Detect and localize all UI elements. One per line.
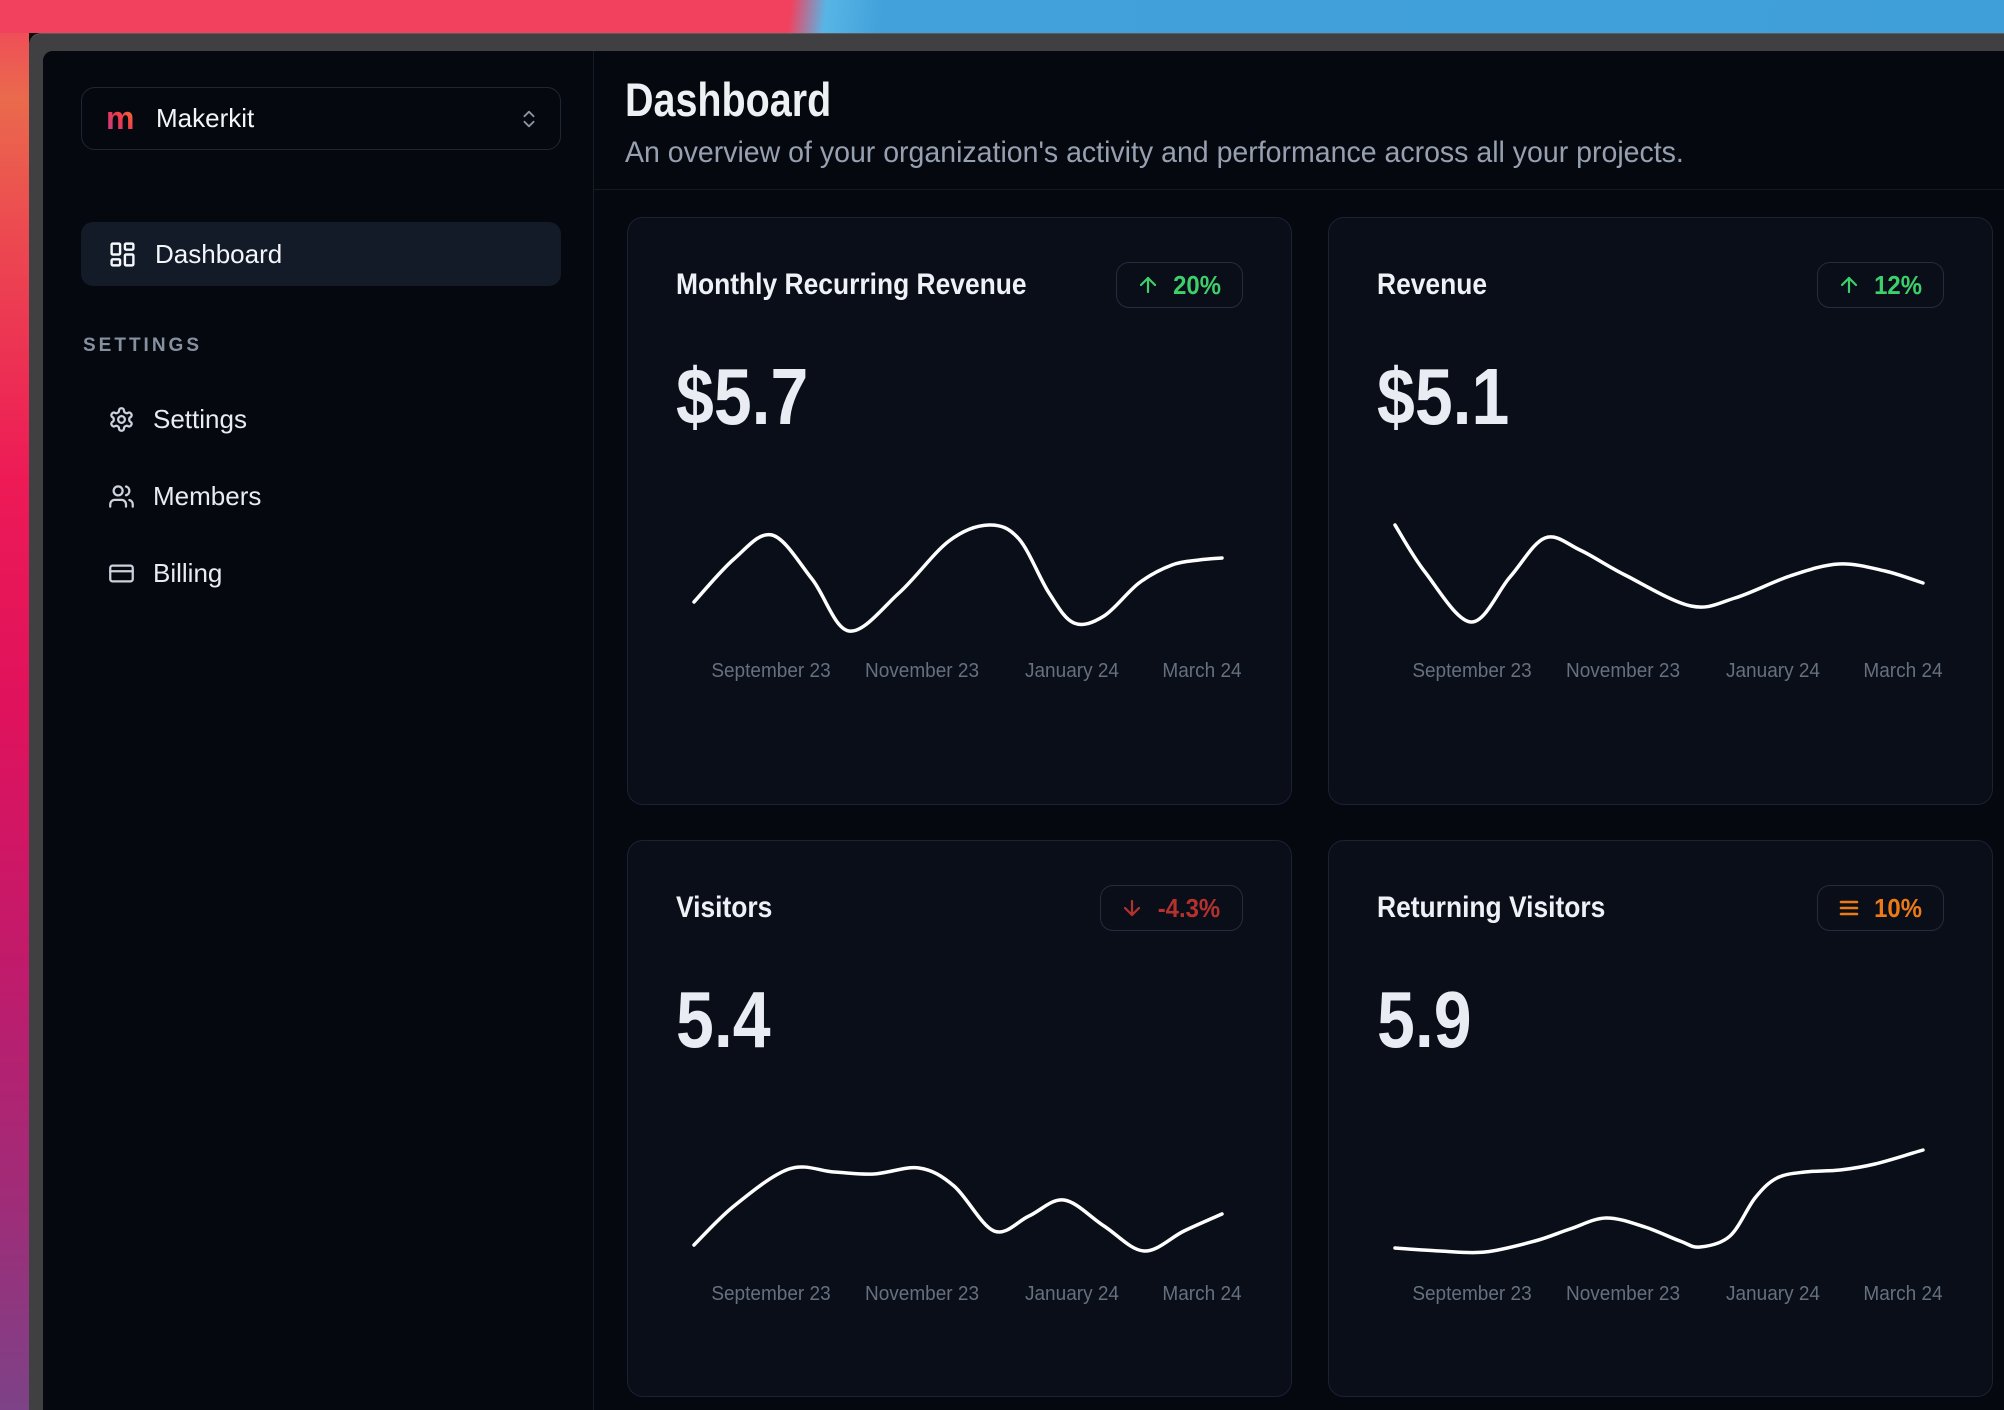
x-axis-label: November 23: [1566, 660, 1681, 682]
x-axis-label: November 23: [865, 660, 980, 682]
x-axis-label: November 23: [1566, 1283, 1681, 1305]
main-panel: Dashboard An overview of your organizati…: [594, 51, 2004, 1410]
sparkline-chart: September 23 November 23 January 24 Marc…: [1393, 1140, 1943, 1309]
metric-card-mrr: Monthly Recurring Revenue 20% $5.7 Septe…: [627, 217, 1292, 805]
arrow-up-icon: [1136, 273, 1160, 297]
x-axis-label: September 23: [1412, 660, 1532, 682]
trend-value: 20%: [1173, 269, 1221, 300]
sidebar-item-billing[interactable]: Billing: [81, 541, 561, 605]
sidebar-item-label: Settings: [153, 403, 247, 434]
x-axis-label: January 24: [1726, 660, 1821, 682]
x-axis-label: March 24: [1863, 660, 1943, 682]
settings-nav: Settings Members Billing: [81, 387, 561, 605]
trend-badge: -4.3%: [1100, 885, 1243, 931]
card-title: Revenue: [1377, 268, 1488, 301]
x-axis-label: January 24: [1726, 1283, 1821, 1305]
sidebar-item-members[interactable]: Members: [81, 464, 561, 528]
makerkit-logo-icon: m: [105, 102, 139, 136]
x-axis-label: January 24: [1025, 1283, 1120, 1305]
equal-bars-icon: [1837, 896, 1861, 920]
metric-value: 5.9: [1377, 975, 1472, 1064]
credit-card-icon: [108, 560, 135, 587]
sparkline-chart: September 23 November 23 January 24 Marc…: [692, 1140, 1242, 1309]
metric-card-revenue: Revenue 12% $5.1 September 23 November 2…: [1328, 217, 1993, 805]
sidebar-item-label: Members: [153, 480, 262, 511]
sidebar-section-label: SETTINGS: [83, 335, 203, 356]
cards-grid: Monthly Recurring Revenue 20% $5.7 Septe…: [594, 190, 2004, 1410]
x-axis-label: September 23: [711, 1283, 831, 1305]
x-axis-label: September 23: [711, 660, 831, 682]
arrow-down-icon: [1120, 896, 1144, 920]
primary-nav: Dashboard: [81, 222, 561, 286]
card-title: Visitors: [676, 891, 773, 924]
desktop-wallpaper-left: [0, 0, 29, 1410]
x-axis-label: November 23: [865, 1283, 980, 1305]
desktop-wallpaper-top: [0, 0, 2004, 33]
metric-value: 5.4: [676, 975, 771, 1064]
trend-badge: 20%: [1115, 262, 1243, 308]
sidebar-item-label: Billing: [153, 557, 223, 588]
arrow-up-icon: [1837, 273, 1861, 297]
metric-value: $5.1: [1377, 352, 1510, 441]
x-axis-label: March 24: [1162, 660, 1242, 682]
sidebar-item-label: Dashboard: [155, 238, 283, 269]
logo-letter: m: [106, 102, 134, 136]
page-header: Dashboard An overview of your organizati…: [594, 51, 2004, 190]
page-subtitle: An overview of your organization's activ…: [625, 136, 1684, 169]
sparkline-chart: September 23 November 23 January 24 Marc…: [692, 517, 1242, 686]
sidebar: m Makerkit Dashboard SETTINGS Settings M…: [43, 51, 594, 1410]
gear-icon: [108, 406, 135, 433]
layout-dashboard-icon: [108, 240, 137, 269]
workspace-name: Makerkit: [156, 103, 255, 133]
trend-value: 12%: [1874, 269, 1922, 300]
sidebar-item-settings[interactable]: Settings: [81, 387, 561, 451]
workspace-selector[interactable]: m Makerkit: [81, 87, 561, 150]
users-icon: [108, 483, 135, 510]
metric-card-returning-visitors: Returning Visitors 10% 5.9 September 23 …: [1328, 840, 1993, 1397]
card-title: Returning Visitors: [1377, 891, 1606, 924]
sparkline-chart: September 23 November 23 January 24 Marc…: [1393, 517, 1943, 686]
app-window: m Makerkit Dashboard SETTINGS Settings M…: [43, 51, 2004, 1410]
sidebar-item-dashboard[interactable]: Dashboard: [81, 222, 561, 286]
trend-badge: 12%: [1816, 262, 1944, 308]
trend-badge: 10%: [1816, 885, 1944, 931]
card-title: Monthly Recurring Revenue: [676, 268, 1027, 301]
x-axis-label: September 23: [1412, 1283, 1532, 1305]
x-axis-label: March 24: [1162, 1283, 1242, 1305]
trend-value: -4.3%: [1157, 892, 1221, 923]
chevrons-up-down-icon: [518, 108, 540, 130]
x-axis-label: March 24: [1863, 1283, 1943, 1305]
trend-value: 10%: [1874, 892, 1922, 923]
metric-value: $5.7: [676, 352, 809, 441]
page-title: Dashboard: [625, 73, 832, 126]
metric-card-visitors: Visitors -4.3% 5.4 September 23 November…: [627, 840, 1292, 1397]
x-axis-label: January 24: [1025, 660, 1120, 682]
